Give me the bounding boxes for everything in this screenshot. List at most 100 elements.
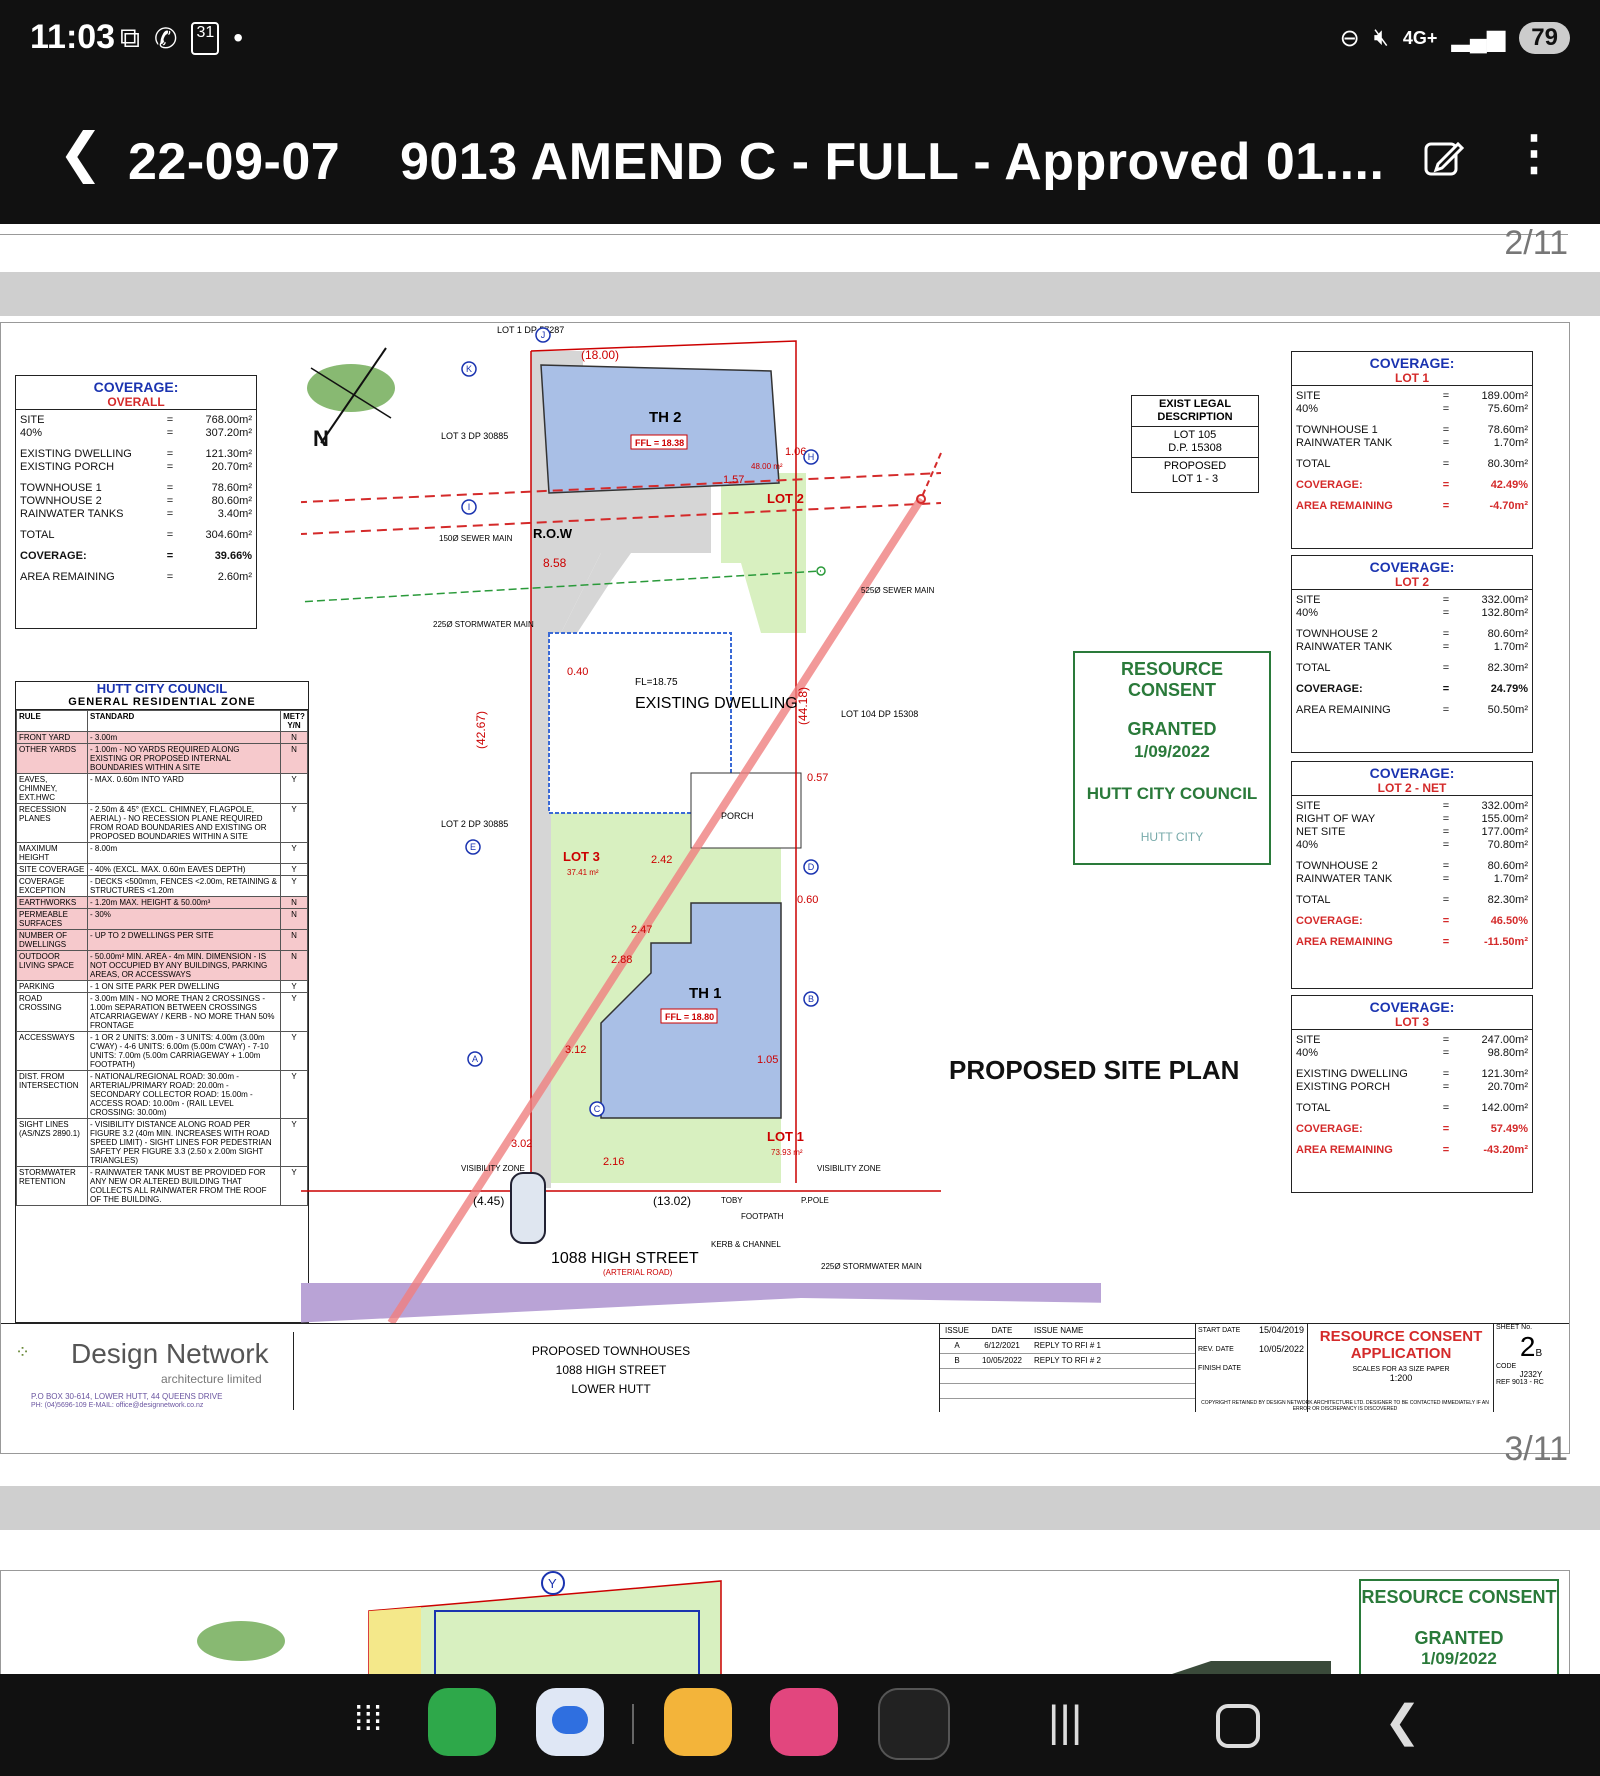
equals-sign: = bbox=[1442, 683, 1450, 695]
coverage-row-label: NET SITE bbox=[1296, 826, 1346, 838]
drawing-sheet: COVERAGE: OVERALL SITE = 768.00m² 40% = 307.2… bbox=[0, 322, 1570, 1454]
rule-name: STORMWATER RETENTION bbox=[16, 1166, 88, 1206]
marker-label: I bbox=[468, 502, 471, 512]
whatsapp-icon: ✆ bbox=[154, 23, 178, 54]
coverage-row: 40% = 98.80m² bbox=[1292, 1047, 1532, 1060]
code-value: J232Y bbox=[1519, 1370, 1543, 1379]
storm-label-2: 225Ø STORMWATER MAIN bbox=[821, 1262, 922, 1271]
coverage-row: COVERAGE: = 57.49% bbox=[1292, 1123, 1532, 1136]
sheet-revision: B bbox=[1535, 1348, 1543, 1359]
coverage-row-label: AREA REMAINING bbox=[1296, 500, 1393, 512]
dim-label: 0.60 bbox=[797, 894, 818, 906]
legal-proposed: PROPOSED LOT 1 - 3 bbox=[1132, 458, 1258, 488]
rule-name: PERMEABLE SURFACES bbox=[16, 908, 88, 930]
rules-row: SITE COVERAGE - 40% (EXCL. MAX. 0.60m EAV… bbox=[16, 863, 308, 876]
coverage-row-label: 40% bbox=[20, 427, 43, 439]
coverage-row: TOWNHOUSE 1 = 78.60m² bbox=[1292, 424, 1532, 437]
equals-sign: = bbox=[166, 550, 174, 562]
coverage-row: RAINWATER TANKS = 3.40m² bbox=[16, 508, 256, 521]
equals-sign: = bbox=[1442, 826, 1450, 838]
equals-sign: = bbox=[1442, 1068, 1450, 1080]
next-lot-area bbox=[368, 1580, 722, 1674]
home-button[interactable] bbox=[1216, 1704, 1260, 1748]
back-button[interactable]: ❮ bbox=[1384, 1700, 1421, 1744]
coverage-row: TOWNHOUSE 2 = 80.60m² bbox=[16, 495, 256, 508]
coverage-row-label: TOTAL bbox=[20, 529, 55, 541]
project-line-3: LOWER HUTT bbox=[571, 1382, 651, 1396]
equals-sign: = bbox=[166, 571, 174, 583]
coverage-row-value: 247.00m² bbox=[1481, 1034, 1528, 1046]
messages-app-icon[interactable] bbox=[536, 1688, 604, 1756]
recent-app-icon[interactable] bbox=[878, 1688, 950, 1760]
consent-title: RESOURCE CONSENT bbox=[1120, 659, 1223, 700]
calendar-icon: 31 bbox=[191, 22, 220, 55]
recents-button[interactable]: ||| bbox=[1048, 1700, 1082, 1744]
th2-label: TH 2 bbox=[649, 409, 682, 426]
lot1-area-label: 73.93 m² bbox=[771, 1148, 803, 1157]
coverage-row: 40% = 307.20m² bbox=[16, 427, 256, 440]
status-bar: 11:03 ⧉ ✆ 31 • ⊖ 🔇︎ 4G+ ▂▄▆ 79 bbox=[0, 0, 1600, 84]
coverage-row: TOTAL = 80.30m² bbox=[1292, 458, 1532, 471]
coverage-row-label: AREA REMAINING bbox=[1296, 1144, 1393, 1156]
phone-app-icon[interactable] bbox=[428, 1688, 496, 1756]
coverage-row-value: 1.70m² bbox=[1493, 873, 1528, 885]
document-viewer[interactable]: 2/11 COVERAGE: OVERALL SITE = 768.00m² 40% =… bbox=[0, 224, 1600, 1674]
coverage-row-label: TOTAL bbox=[1296, 662, 1331, 674]
car-icon bbox=[510, 1172, 546, 1244]
equals-sign: = bbox=[166, 414, 174, 426]
dim-label: 1.05 bbox=[757, 1054, 778, 1066]
neighbour-label-4: LOT 2 DP 30885 bbox=[441, 819, 508, 829]
coverage-row: TOTAL = 304.60m² bbox=[16, 529, 256, 542]
equals-sign: = bbox=[1442, 403, 1450, 415]
issue-code: A bbox=[954, 1341, 960, 1350]
page-gap bbox=[0, 1486, 1600, 1530]
dim-label: 1.57 bbox=[723, 474, 744, 486]
th1-ffl: FFL = 18.80 bbox=[665, 1012, 714, 1022]
coverage-row-value: 70.80m² bbox=[1487, 839, 1528, 851]
coverage-row: EXISTING DWELLING = 121.30m² bbox=[1292, 1068, 1532, 1081]
lot3-area-label: 37.41 m² bbox=[567, 868, 599, 877]
copyright-note: COPYRIGHT RETAINED BY DESIGN NETWORK ARC… bbox=[1201, 1400, 1489, 1412]
coverage-row: AREA REMAINING = 50.50m² bbox=[1292, 704, 1532, 717]
coverage-title: COVERAGE: bbox=[1369, 765, 1455, 781]
rules-row: SIGHT LINES (AS/NZS 2890.1) - VISIBILITY … bbox=[16, 1118, 308, 1167]
coverage-row-value: 80.30m² bbox=[1487, 458, 1528, 470]
coverage-row-label: EXISTING DWELLING bbox=[20, 448, 132, 460]
back-arrow-icon[interactable]: ❮ bbox=[58, 126, 103, 180]
app-bar: ❮ 22-09-07 9013 AMEND C - FULL - Approve… bbox=[0, 84, 1600, 224]
more-options-icon[interactable]: ⋮ bbox=[1510, 130, 1558, 178]
dock-divider bbox=[632, 1704, 634, 1744]
equals-sign: = bbox=[1442, 813, 1450, 825]
rules-title: HUTT CITY COUNCIL bbox=[96, 681, 228, 696]
consent-stamp: RESOURCE CONSENT GRANTED 1/09/2022 HUTT … bbox=[1073, 651, 1271, 865]
edit-icon[interactable] bbox=[1422, 136, 1466, 180]
equals-sign: = bbox=[1442, 860, 1450, 872]
coverage-row-label: AREA REMAINING bbox=[1296, 936, 1393, 948]
coverage-row-label: TOTAL bbox=[1296, 458, 1331, 470]
equals-sign: = bbox=[1442, 1123, 1450, 1135]
rule-standard: - 1 OR 2 UNITS: 3.00m - 3 UNITS: 4.00m (… bbox=[87, 1031, 281, 1071]
coverage-subtitle: LOT 2 bbox=[1292, 575, 1532, 590]
coverage-row: AREA REMAINING = 2.60m² bbox=[16, 571, 256, 584]
svg-text:N: N bbox=[313, 426, 329, 451]
coverage-row-label: EXISTING PORCH bbox=[1296, 1081, 1391, 1093]
coverage-row-label: 40% bbox=[1296, 607, 1319, 619]
firm-contact: PH: (04)5696-109 E-MAIL: office@designne… bbox=[31, 1402, 204, 1409]
files-app-icon[interactable] bbox=[664, 1688, 732, 1756]
dim-label: 0.40 bbox=[567, 666, 588, 678]
porch-label: PORCH bbox=[721, 811, 754, 821]
coverage-row: 40% = 70.80m² bbox=[1292, 839, 1532, 852]
coverage-row-label: EXISTING PORCH bbox=[20, 461, 115, 473]
gallery-app-icon[interactable] bbox=[770, 1688, 838, 1756]
lot2-label: LOT 2 bbox=[767, 491, 804, 506]
coverage-row-value: 80.60m² bbox=[211, 495, 252, 507]
rules-row: RECESSION PLANES - 2.50m & 45° (EXCL. CHI… bbox=[16, 803, 308, 843]
coverage-row-value: 332.00m² bbox=[1481, 594, 1528, 606]
coverage-row-value: 82.30m² bbox=[1487, 662, 1528, 674]
kerb-label: KERB & CHANNEL bbox=[711, 1240, 781, 1249]
rule-name: MAXIMUM HEIGHT bbox=[16, 842, 88, 864]
sheet-number: 2 bbox=[1519, 1331, 1536, 1362]
dim-label: 3.02 bbox=[511, 1138, 532, 1150]
app-drawer-icon[interactable]: ⁞⁞⁞ bbox=[354, 1702, 382, 1736]
scale-value: 1:200 bbox=[1389, 1373, 1413, 1383]
